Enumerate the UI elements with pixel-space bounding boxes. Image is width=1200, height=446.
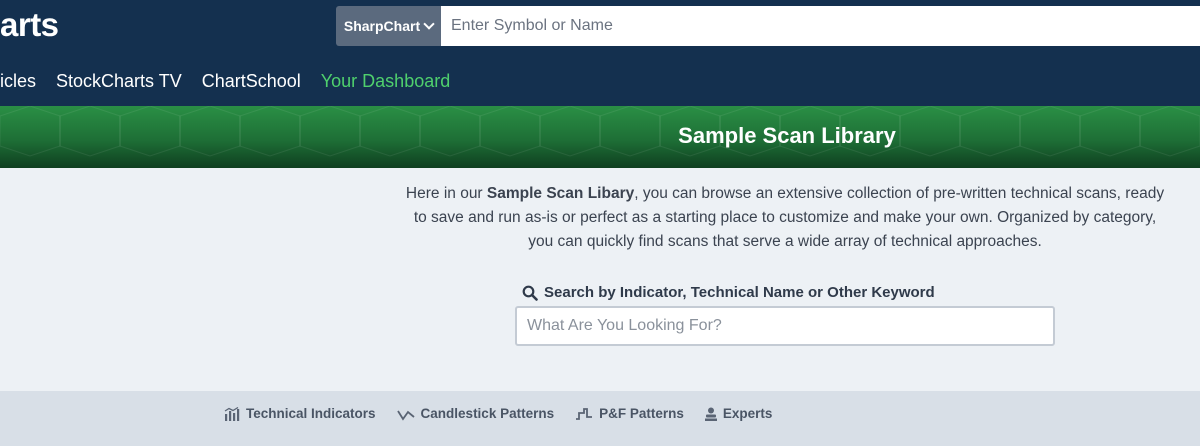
category-experts[interactable]: Experts: [704, 406, 773, 421]
category-label: Technical Indicators: [246, 406, 376, 421]
nav-item-chartschool[interactable]: ChartSchool: [202, 71, 301, 92]
chart-type-dropdown[interactable]: SharpChart: [336, 6, 441, 46]
category-label: P&F Patterns: [599, 406, 684, 421]
search-icon: [522, 285, 538, 301]
category-label: Experts: [722, 406, 773, 421]
line-chart-icon: [396, 410, 415, 421]
nav-item-your-dashboard[interactable]: Your Dashboard: [321, 71, 450, 92]
main-nav: ticles StockCharts TV ChartSchool Your D…: [0, 68, 470, 94]
category-bar: Technical Indicators Candlestick Pattern…: [0, 391, 1200, 446]
page-title: Sample Scan Library: [678, 123, 896, 148]
category-label: Candlestick Patterns: [420, 406, 555, 421]
intro-prefix: Here in our: [405, 185, 487, 202]
symbol-search-input[interactable]: [441, 6, 1200, 46]
intro-library-name: Sample Scan Libary: [486, 185, 635, 202]
keyword-search-label-text: Search by Indicator, Technical Name or O…: [544, 284, 935, 301]
bar-chart-icon: [224, 406, 240, 421]
nav-item-articles[interactable]: ticles: [0, 71, 36, 92]
category-technical-indicators[interactable]: Technical Indicators: [224, 406, 376, 421]
chart-type-label: SharpChart: [343, 18, 421, 34]
category-candlestick-patterns[interactable]: Candlestick Patterns: [396, 406, 555, 421]
intro-paragraph: Here in our Sample Scan Libary, you can …: [400, 182, 1170, 254]
top-header: arts SharpChart ticles StockCharts TV Ch…: [0, 0, 1200, 106]
step-chart-icon: [576, 407, 593, 420]
category-pf-patterns[interactable]: P&F Patterns: [575, 406, 684, 421]
expert-icon: [704, 407, 717, 421]
chevron-down-icon: [423, 18, 435, 30]
keyword-search-input[interactable]: [515, 306, 1055, 346]
keyword-search-label: Search by Indicator, Technical Name or O…: [522, 284, 935, 301]
page-banner: Sample Scan Library: [0, 106, 1200, 168]
nav-item-stockcharts-tv[interactable]: StockCharts TV: [56, 71, 182, 92]
site-logo[interactable]: arts: [0, 6, 59, 44]
